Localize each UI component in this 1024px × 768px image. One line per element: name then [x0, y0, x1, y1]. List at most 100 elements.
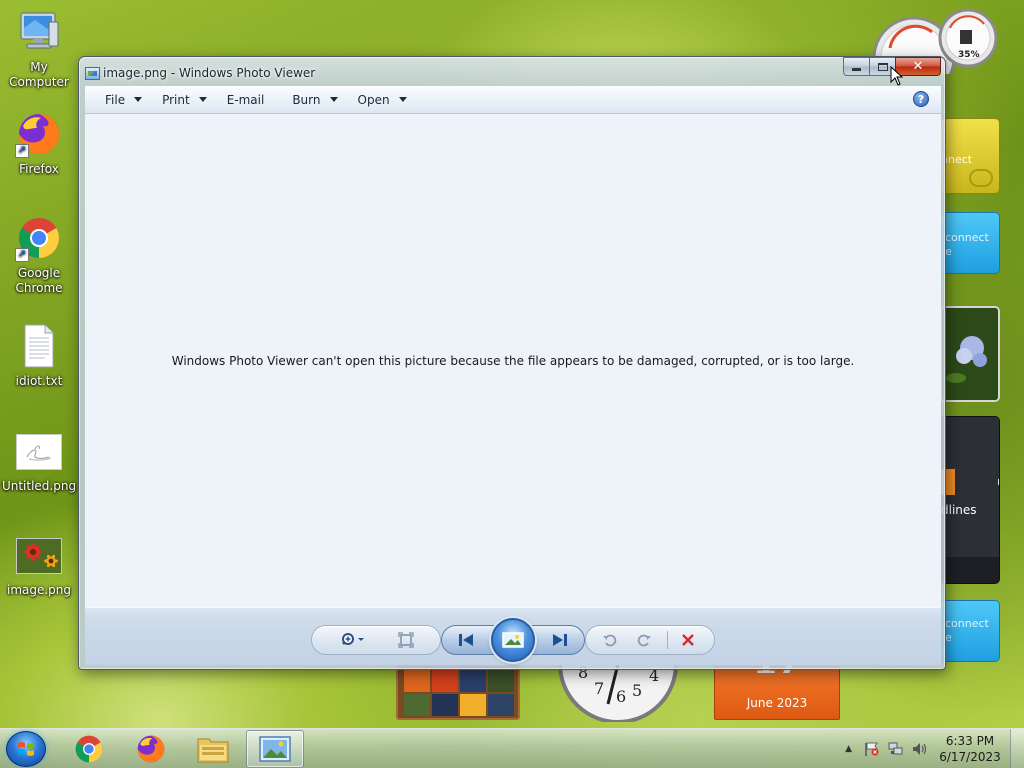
- chrome-icon: [75, 735, 103, 763]
- photo-viewer-icon: [259, 736, 291, 762]
- slideshow-gadget[interactable]: [940, 306, 1000, 402]
- image-thumbnail-icon: [16, 538, 62, 574]
- image-display-area: Windows Photo Viewer can't open this pic…: [85, 114, 941, 607]
- desktop-icon-label: My Computer: [9, 60, 69, 89]
- fit-window-icon: [398, 632, 414, 648]
- headlines-footer: [941, 557, 999, 583]
- feed-gadget-tile[interactable]: nnect: [940, 118, 1000, 194]
- desktop-icon-label: image.png: [6, 583, 72, 597]
- start-button[interactable]: [6, 731, 46, 767]
- puzzle-grid: [404, 670, 514, 716]
- shortcut-arrow-icon: ↗: [15, 144, 29, 158]
- headlines-title: dlines: [941, 503, 977, 517]
- minimize-button[interactable]: [843, 57, 869, 76]
- menu-label: Burn: [292, 92, 321, 107]
- next-button[interactable]: [543, 626, 577, 654]
- taskbar: ▲ 6:33 PM 6/17/2023: [0, 728, 1024, 768]
- taskbar-photo-viewer[interactable]: [246, 730, 304, 768]
- help-icon: ?: [917, 93, 925, 106]
- headlines-text: n: [997, 475, 999, 488]
- desktop-icon-untitled-png[interactable]: Untitled.png: [0, 432, 78, 494]
- feed-tile-text: connect: [945, 231, 989, 244]
- taskbar-explorer[interactable]: [184, 730, 242, 768]
- svg-text:7: 7: [594, 679, 604, 698]
- title-bar[interactable]: image.png - Windows Photo Viewer ✕: [85, 57, 941, 85]
- firefox-icon: ↗: [15, 110, 63, 158]
- actual-size-button[interactable]: [391, 626, 421, 654]
- flower-photo-icon: [942, 308, 998, 400]
- chrome-icon: ↗: [15, 214, 63, 262]
- taskbar-firefox[interactable]: [122, 730, 180, 768]
- photo-viewer-app-icon: [85, 66, 100, 80]
- close-icon: ✕: [912, 59, 924, 74]
- desktop-icon-my-computer[interactable]: My Computer: [0, 8, 78, 90]
- delete-x-icon: [682, 634, 694, 646]
- menu-file[interactable]: File: [97, 89, 150, 111]
- calendar-month: June 2023: [746, 696, 808, 710]
- show-desktop-button[interactable]: [1010, 729, 1024, 768]
- network-icon[interactable]: [888, 742, 904, 756]
- calendar-gadget[interactable]: 17 June 2023: [714, 647, 840, 720]
- analog-clock-icon: 6 7 5 4 8: [558, 604, 678, 724]
- show-hidden-icons-button[interactable]: ▲: [845, 744, 852, 754]
- photo-viewer-window[interactable]: image.png - Windows Photo Viewer ✕ File …: [78, 56, 946, 670]
- error-message: Windows Photo Viewer can't open this pic…: [171, 353, 855, 368]
- rotate-left-icon: [603, 634, 617, 647]
- volume-icon[interactable]: [912, 742, 928, 756]
- menu-bar: File Print E-mail Burn Open ?: [85, 86, 941, 114]
- action-center-flag-icon[interactable]: [864, 742, 880, 756]
- slideshow-button[interactable]: [491, 618, 535, 662]
- desktop-icon-firefox[interactable]: ↗ Firefox: [0, 110, 78, 177]
- minimize-icon: [852, 68, 861, 71]
- folder-icon: [197, 738, 229, 763]
- delete-button[interactable]: [673, 626, 703, 654]
- desktop-icon-google-chrome[interactable]: ↗ Google Chrome: [0, 214, 78, 296]
- zoom-button[interactable]: [337, 626, 371, 654]
- previous-button[interactable]: [449, 626, 483, 654]
- desktop-icon-label: Untitled.png: [1, 479, 77, 493]
- clock-time: 6:33 PM: [945, 734, 995, 748]
- slideshow-icon: [502, 632, 524, 648]
- desktop-icon-label: Google Chrome: [15, 266, 63, 295]
- firefox-icon: [137, 735, 165, 763]
- playback-controls-bar: [85, 607, 941, 665]
- system-tray: ▲ 6:33 PM 6/17/2023: [845, 729, 1024, 768]
- computer-icon: [15, 8, 63, 56]
- dropdown-arrow-icon: [329, 97, 338, 102]
- picture-puzzle-gadget[interactable]: [396, 664, 520, 720]
- taskbar-clock[interactable]: 6:33 PM 6/17/2023: [938, 733, 1002, 765]
- desktop-icon-label: Firefox: [19, 162, 59, 176]
- desktop-icon-idiot-txt[interactable]: idiot.txt: [0, 322, 78, 389]
- text-file-icon: [15, 322, 63, 370]
- menu-email[interactable]: E-mail: [219, 89, 273, 111]
- taskbar-chrome[interactable]: [60, 730, 118, 768]
- next-icon: [553, 634, 567, 646]
- feed-gadget-tile[interactable]: connect e: [940, 600, 1000, 662]
- menu-label: Print: [162, 92, 190, 107]
- rotate-right-icon: [637, 634, 651, 647]
- rotate-counterclockwise-button[interactable]: [595, 626, 625, 654]
- svg-text:6: 6: [616, 687, 626, 706]
- feed-gadget-tile[interactable]: connect e: [940, 212, 1000, 274]
- menu-label: E-mail: [226, 92, 265, 107]
- feed-tile-text: connect: [945, 617, 989, 630]
- help-button[interactable]: ?: [913, 91, 929, 107]
- dropdown-arrow-icon: [198, 97, 207, 102]
- mouse-cursor-icon: [890, 66, 904, 86]
- magnifier-zoom-icon: [342, 633, 364, 645]
- menu-burn[interactable]: Burn: [284, 89, 345, 111]
- menu-open[interactable]: Open: [350, 89, 415, 111]
- svg-text:5: 5: [632, 681, 642, 700]
- dropdown-arrow-icon: [398, 97, 407, 102]
- desktop-icon-label: idiot.txt: [15, 374, 63, 388]
- windows-logo-icon: [18, 742, 34, 756]
- menu-print[interactable]: Print: [154, 89, 215, 111]
- desktop-icon-image-png[interactable]: image.png: [0, 536, 78, 598]
- clock-gadget[interactable]: 6 7 5 4 8: [556, 604, 680, 724]
- previous-icon: [459, 634, 473, 646]
- image-thumbnail-icon: [16, 434, 62, 470]
- rotate-clockwise-button[interactable]: [629, 626, 659, 654]
- feed-icon: [969, 169, 993, 187]
- feed-tile-text: e: [945, 245, 952, 258]
- headlines-gadget[interactable]: n dlines: [940, 416, 1000, 584]
